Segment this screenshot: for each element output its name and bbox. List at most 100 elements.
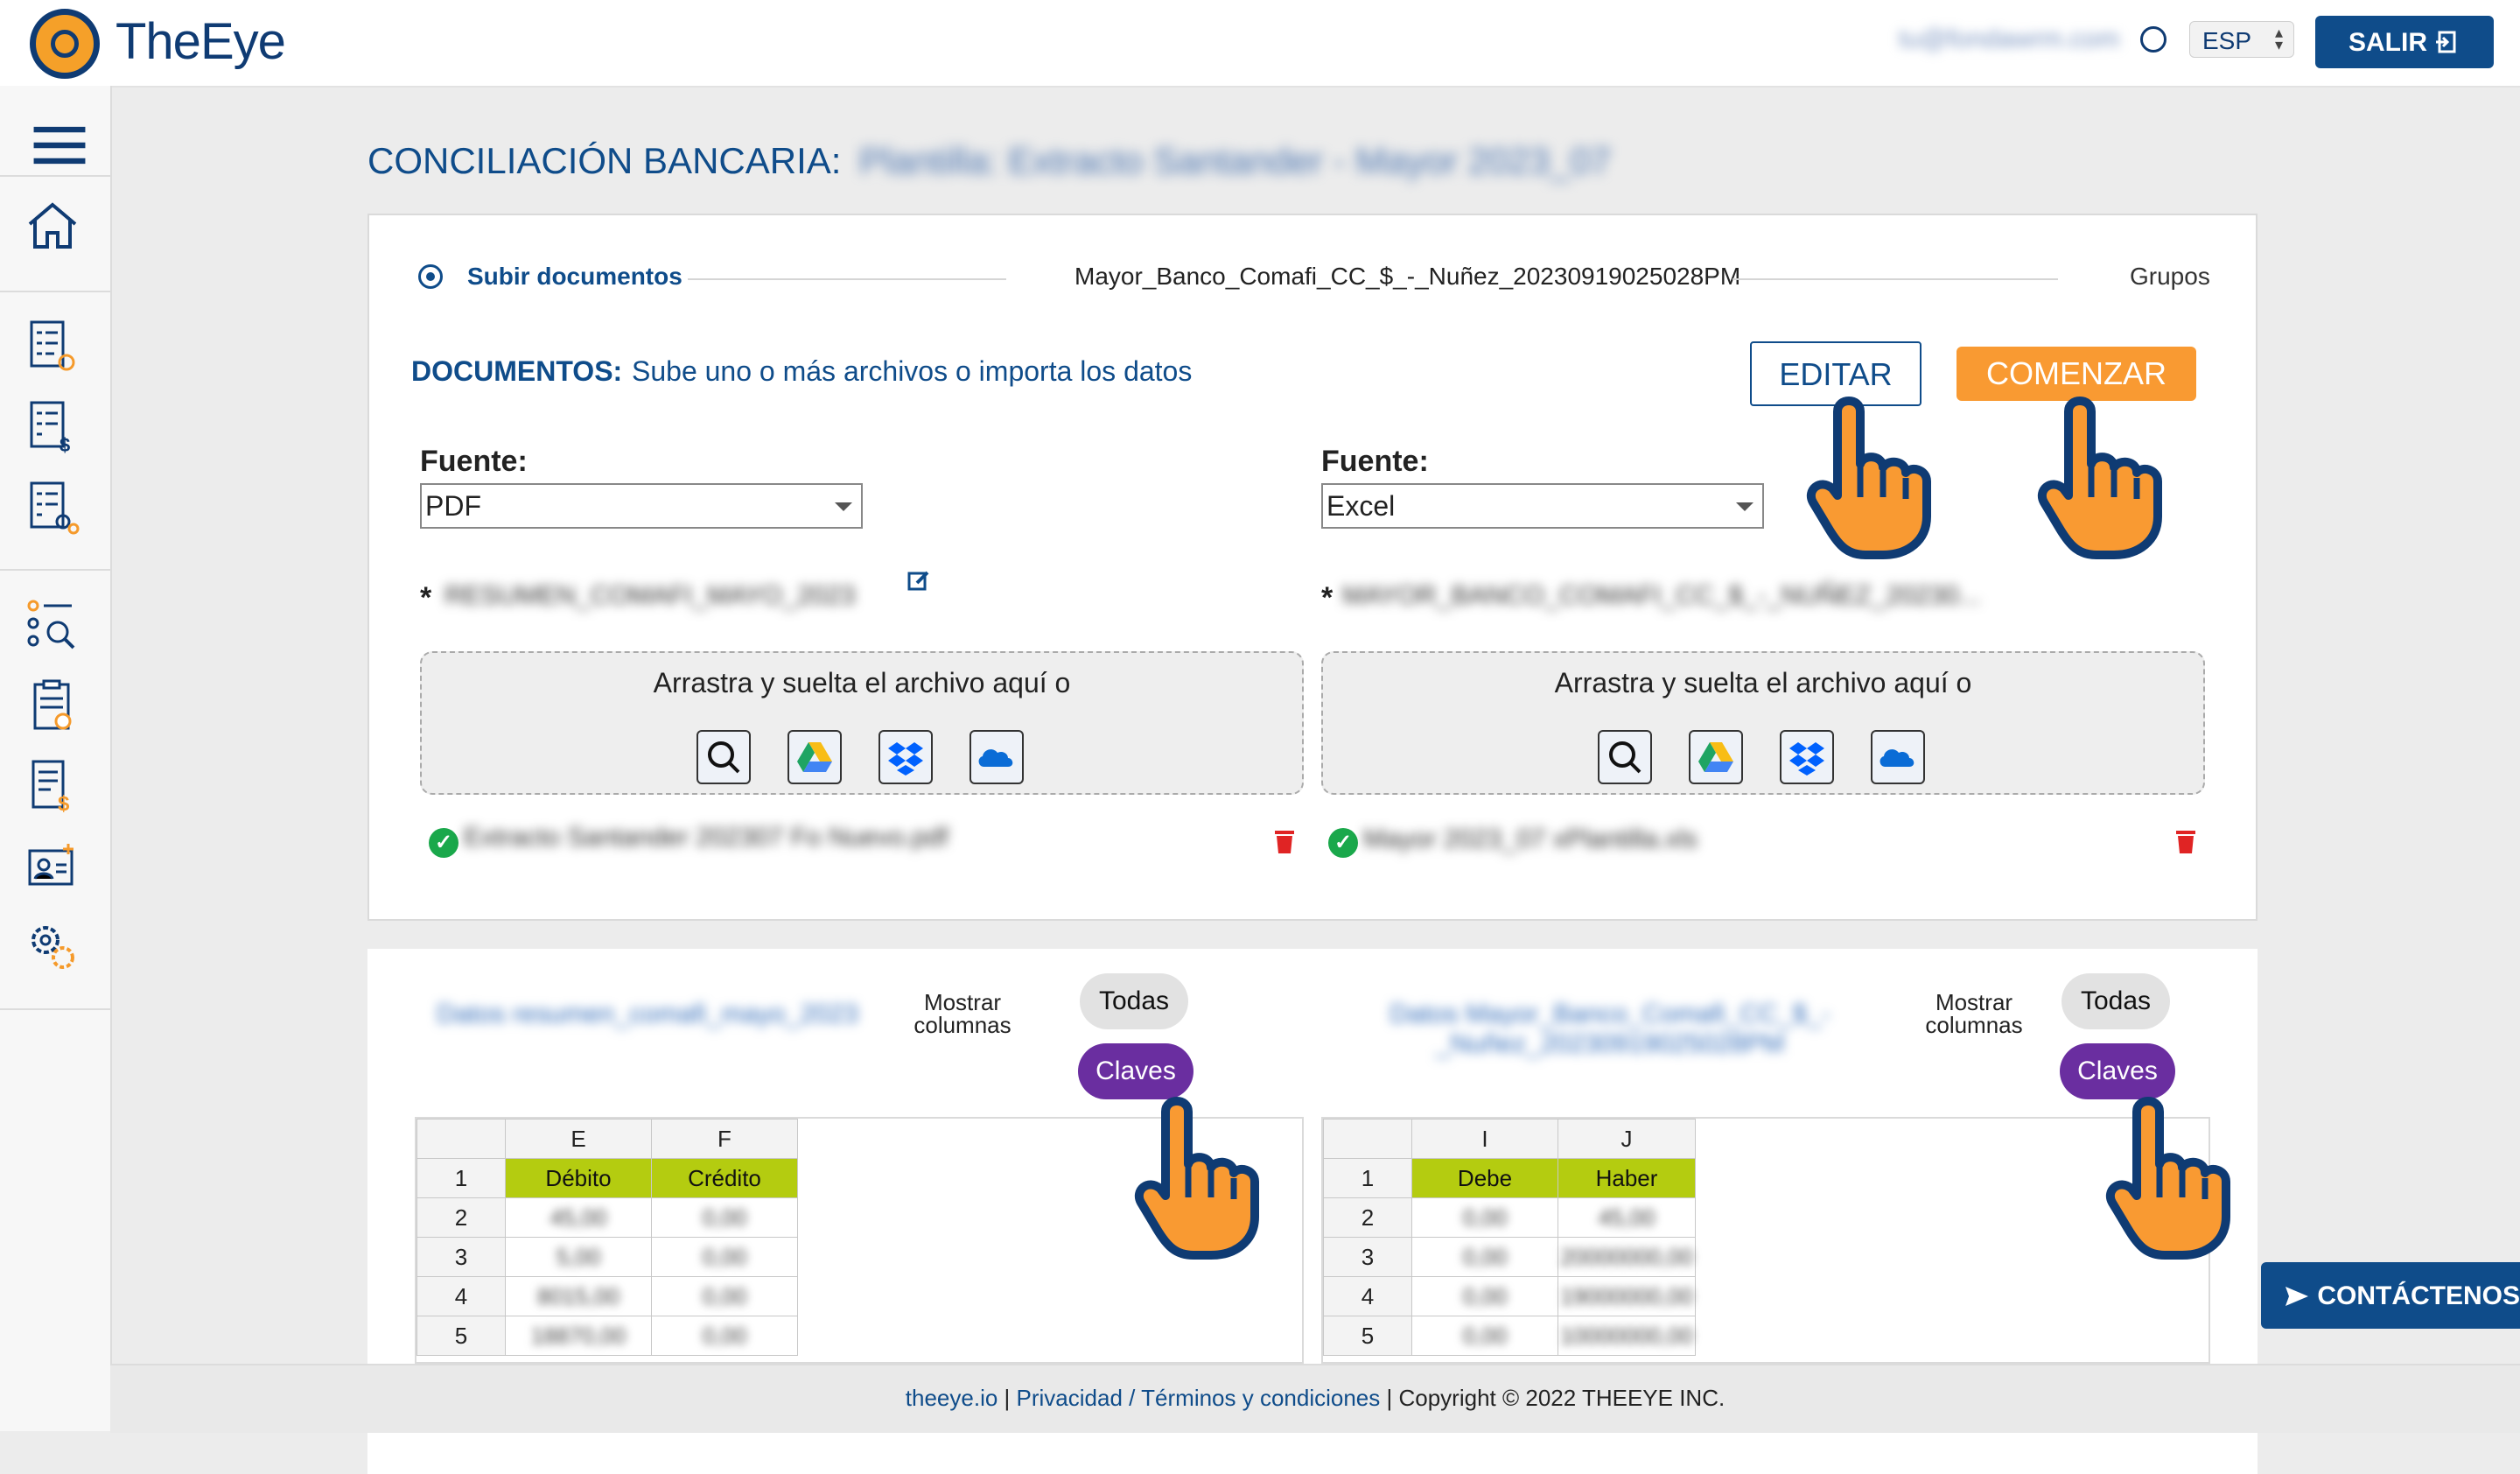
- logout-label: SALIR: [2348, 28, 2427, 57]
- google-drive-icon[interactable]: [1689, 730, 1743, 784]
- right-source-value: Excel: [1326, 490, 1396, 522]
- delete-icon[interactable]: [2175, 828, 2196, 854]
- documents-description: Sube uno o más archivos o importa los da…: [632, 355, 1193, 387]
- search-icon[interactable]: [696, 730, 751, 784]
- chevron-down-icon: [1736, 502, 1754, 511]
- left-source-value: PDF: [425, 490, 481, 522]
- table-row: 4 0,00 19000000,00: [1323, 1276, 1696, 1316]
- gears-icon[interactable]: [24, 919, 80, 975]
- delete-icon[interactable]: [1274, 828, 1295, 854]
- language-value: ESP: [2202, 27, 2252, 54]
- right-key-columns-button[interactable]: Claves: [2060, 1043, 2175, 1099]
- left-data-table: EF 1 Débito Crédito 2 45,00 0,00 3 5,00 0,00 4…: [416, 1119, 798, 1356]
- search-icon[interactable]: [1598, 730, 1652, 784]
- required-marker: *: [1321, 581, 1334, 614]
- dropbox-icon[interactable]: [878, 730, 933, 784]
- contact-label: CONTÁCTENOS: [2317, 1281, 2520, 1310]
- contact-button[interactable]: CONTÁCTENOS: [2261, 1262, 2520, 1329]
- footer: theeye.io | Privacidad / Términos y cond…: [110, 1364, 2520, 1433]
- step-divider: [1732, 278, 2058, 280]
- logout-button[interactable]: SALIR: [2315, 16, 2494, 68]
- table-row: 2 0,00 45,00: [1323, 1197, 1696, 1238]
- checklist-dollar-icon[interactable]: $: [24, 399, 80, 455]
- documents-heading: DOCUMENTOS:: [411, 355, 623, 387]
- step-divider: [688, 278, 1006, 280]
- column-header[interactable]: I: [1411, 1119, 1558, 1159]
- column-header[interactable]: J: [1558, 1119, 1696, 1159]
- footer-site-link[interactable]: theeye.io: [906, 1385, 998, 1411]
- right-source-label: Fuente:: [1321, 445, 1429, 478]
- clipboard-clock-icon[interactable]: [24, 677, 80, 733]
- google-drive-icon[interactable]: [788, 730, 842, 784]
- pointer-hand-icon: [2038, 397, 2162, 559]
- logo-text: TheEye: [116, 13, 286, 70]
- menu-icon[interactable]: [32, 117, 88, 173]
- table-row: 1 Débito Crédito: [416, 1158, 798, 1198]
- right-data-table: IJ 1 Debe Haber 2 0,00 45,00 3 0,00 20000000,0…: [1323, 1119, 1696, 1356]
- table-row: 2 45,00 0,00: [416, 1197, 798, 1238]
- right-source-select[interactable]: Excel: [1321, 483, 1764, 529]
- footer-privacy-link[interactable]: Privacidad: [1017, 1385, 1123, 1411]
- left-key-columns-button[interactable]: Claves: [1078, 1043, 1194, 1099]
- show-columns-label: Mostrar columnas: [1925, 989, 2023, 1038]
- search-list-icon[interactable]: [24, 597, 80, 653]
- left-data-title: Datos resumen_comafi_mayo_2023: [437, 1000, 858, 1028]
- right-file-name: MAYOR_BANCO_COMAFI_CC_$_-_NUÑEZ_20230...: [1342, 581, 1981, 610]
- pointer-hand-icon: [1807, 397, 1931, 559]
- chevron-down-icon: [835, 502, 852, 511]
- footer-copyright: Copyright © 2022 THEEYE INC.: [1398, 1385, 1726, 1411]
- right-uploaded-file: Mayor 2023_07 xPlantilla.xls: [1363, 825, 1698, 853]
- right-drop-text: Arrastra y suelta el archivo aquí o: [1554, 667, 1972, 698]
- footer-terms-link[interactable]: Términos y condiciones: [1141, 1385, 1380, 1411]
- left-source-select[interactable]: PDF: [420, 483, 863, 529]
- onedrive-icon[interactable]: [1871, 730, 1925, 784]
- right-dropzone[interactable]: Arrastra y suelta el archivo aquí o: [1321, 651, 2205, 795]
- user-icon[interactable]: [2140, 26, 2166, 53]
- onedrive-icon[interactable]: [970, 730, 1024, 784]
- svg-text:$: $: [60, 434, 70, 455]
- right-data-sheet[interactable]: IJ 1 Debe Haber 2 0,00 45,00 3 0,00 20000000,0…: [1321, 1117, 2210, 1364]
- step-indicator-icon: [418, 264, 443, 289]
- logout-icon: [2436, 31, 2456, 53]
- user-add-icon[interactable]: [24, 839, 80, 895]
- left-dropzone[interactable]: Arrastra y suelta el archivo aquí o: [420, 651, 1304, 795]
- logo-icon: [30, 9, 100, 79]
- pointer-hand-icon: [1135, 1097, 1259, 1260]
- svg-text:$: $: [58, 792, 70, 814]
- table-row: 3 5,00 0,00: [416, 1237, 798, 1277]
- select-arrows-icon: ▴ ▾: [2274, 24, 2283, 53]
- table-row: 5 0,00 10000000,00: [1323, 1316, 1696, 1356]
- language-select[interactable]: ESP ▴ ▾: [2189, 21, 2294, 58]
- user-email: tu@fondawrm.com: [1899, 25, 2120, 53]
- table-row: 4 8015,00 0,00: [416, 1276, 798, 1316]
- invoice-dollar-icon[interactable]: $: [24, 758, 80, 814]
- home-icon[interactable]: [24, 198, 80, 254]
- show-columns-label: Mostrar columnas: [914, 989, 1012, 1038]
- checklist-gear-icon[interactable]: [24, 319, 80, 375]
- step-groups[interactable]: Grupos: [2130, 263, 2210, 291]
- left-all-columns-button[interactable]: Todas: [1080, 973, 1188, 1029]
- right-data-title: Datos Mayor_Banco_Comafi_CC_$_-_Nuñez_20…: [1390, 1000, 1830, 1058]
- column-header[interactable]: E: [505, 1119, 652, 1159]
- pointer-hand-icon: [2106, 1097, 2230, 1260]
- page-title: CONCILIACIÓN BANCARIA:: [368, 140, 842, 181]
- table-row: 5 18870,00 0,00: [416, 1316, 798, 1356]
- edit-icon[interactable]: [906, 569, 931, 593]
- right-all-columns-button[interactable]: Todas: [2062, 973, 2170, 1029]
- upload-card: [368, 214, 2258, 921]
- left-uploaded-file: Extracto Santander 202307 Fo Nuevo.pdf: [464, 823, 948, 852]
- left-drop-text: Arrastra y suelta el archivo aquí o: [653, 667, 1071, 698]
- send-icon: [2286, 1287, 2308, 1306]
- left-source-label: Fuente:: [420, 445, 528, 478]
- column-header[interactable]: F: [651, 1119, 798, 1159]
- required-marker: *: [420, 581, 432, 614]
- step-upload-documents[interactable]: Subir documentos: [467, 263, 682, 291]
- left-file-name: RESUMEN_COMAFI_MAYO_2023: [444, 581, 856, 610]
- checklist-settings-icon[interactable]: [24, 480, 80, 536]
- table-row: 1 Debe Haber: [1323, 1158, 1696, 1198]
- dropbox-icon[interactable]: [1780, 730, 1834, 784]
- start-button[interactable]: COMENZAR: [1956, 347, 2196, 401]
- step-sheet-name[interactable]: Mayor_Banco_Comafi_CC_$_-_Nuñez_20230919…: [1074, 263, 1740, 291]
- sidebar: $ $: [0, 86, 112, 1431]
- uploaded-check-icon: ✓: [429, 828, 458, 858]
